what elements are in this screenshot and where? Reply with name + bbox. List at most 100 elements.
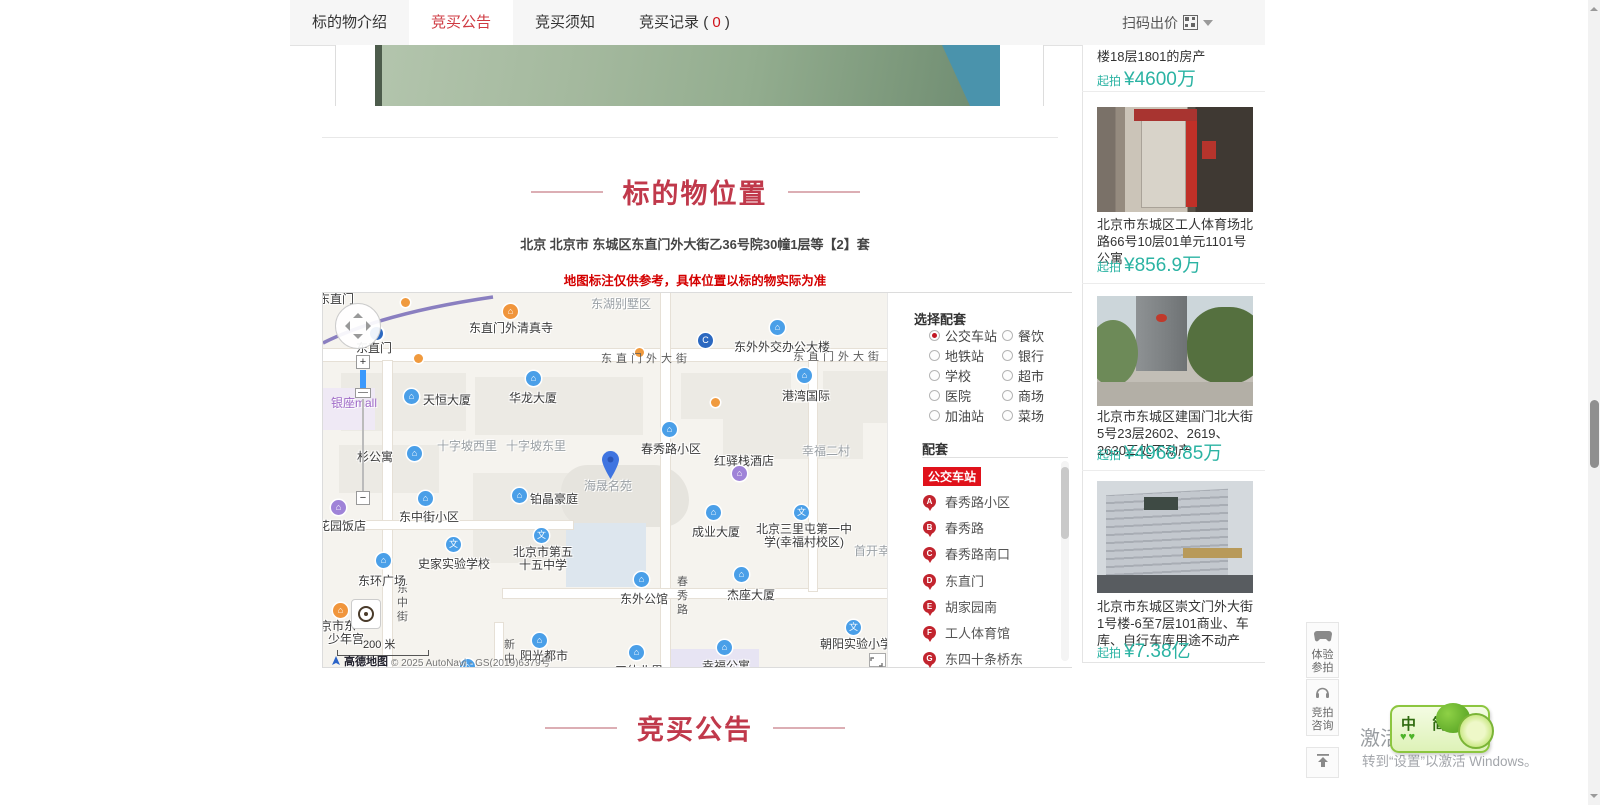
heart-icons: ♥♥: [1400, 731, 1417, 743]
poi-label: 北京三里屯第一中学(幸福村校区): [753, 523, 855, 549]
amenity-option-label: 公交车站: [945, 326, 997, 345]
pan-left-icon[interactable]: [340, 321, 350, 331]
zoom-in-button[interactable]: +: [356, 355, 370, 369]
photo-tree: [1187, 307, 1253, 384]
pan-up-icon[interactable]: [353, 308, 363, 318]
poi-label: 铂晶豪庭: [530, 490, 578, 507]
building-poi-icon: ⌂: [629, 645, 644, 660]
fullscreen-button[interactable]: [869, 653, 886, 667]
experience-bid-button[interactable]: 体验参拍: [1306, 622, 1339, 678]
scroll-down-icon[interactable]: [1590, 794, 1598, 802]
browser-scrollbar[interactable]: [1588, 0, 1600, 805]
station-list-item[interactable]: F工人体育馆: [923, 623, 1010, 642]
map-pan-control[interactable]: [335, 303, 381, 349]
photo-road: [1097, 382, 1253, 406]
building-poi-icon: ⌂: [376, 553, 391, 568]
chevron-down-icon: [1203, 20, 1213, 31]
station-name: 东直门: [945, 571, 984, 590]
amenity-option-bank[interactable]: 银行: [1002, 346, 1044, 365]
station-list-item[interactable]: G东四十条桥东: [923, 649, 1023, 668]
radio-icon[interactable]: [1002, 370, 1013, 381]
listing-title[interactable]: 楼18层1801的房产: [1097, 48, 1255, 65]
announcement-title: 竞买公告: [637, 708, 753, 747]
listing-photo[interactable]: [1097, 481, 1253, 593]
radio-icon[interactable]: [929, 410, 940, 421]
school-poi-icon: 文: [794, 505, 809, 520]
map-dot-icon: [401, 298, 410, 307]
heading-line-right: [788, 191, 860, 193]
tab-bid-records[interactable]: 竞买记录 ( 0 ): [617, 0, 752, 45]
station-pin-icon: E: [923, 600, 936, 613]
zoom-slider-track[interactable]: [362, 399, 364, 491]
amenity-option-bus[interactable]: 公交车站: [929, 326, 997, 345]
photo-tree: [1097, 320, 1138, 386]
radio-icon[interactable]: [1002, 390, 1013, 401]
back-to-top-button[interactable]: [1306, 747, 1339, 778]
amenity-option-mall[interactable]: 商场: [1002, 386, 1044, 405]
listing-photo[interactable]: [1097, 107, 1253, 212]
poi-label: 东外外交办公大楼: [734, 338, 830, 355]
station-pin-icon: D: [923, 574, 936, 587]
station-name: 东四十条桥东: [945, 649, 1023, 668]
pan-down-icon[interactable]: [353, 334, 363, 344]
pan-right-icon[interactable]: [366, 321, 376, 331]
radio-icon[interactable]: [929, 350, 940, 361]
tab-auction-announcement[interactable]: 竞买公告: [409, 0, 513, 45]
poi-label: 史家实验学校: [418, 555, 490, 572]
amenity-option-gas[interactable]: 加油站: [929, 406, 984, 425]
amenity-option-school[interactable]: 学校: [929, 366, 971, 385]
zoom-slider-thumb[interactable]: [355, 388, 371, 398]
scan-to-bid-button[interactable]: 扫码出价: [1122, 0, 1213, 45]
radio-icon[interactable]: [929, 370, 940, 381]
browser-scrollbar-thumb[interactable]: [1590, 400, 1599, 468]
station-list-item[interactable]: E胡家园南: [923, 597, 997, 616]
qr-code-icon: [1183, 15, 1198, 30]
radio-icon[interactable]: [1002, 350, 1013, 361]
zoom-out-button[interactable]: −: [356, 491, 370, 505]
station-list-item[interactable]: D 东直门: [923, 571, 984, 590]
listing-photo[interactable]: [1097, 296, 1253, 406]
headset-icon: [1307, 686, 1338, 705]
poi-label: 东中街小区: [399, 508, 459, 525]
poi-label: 北京市第五十五中学: [511, 546, 575, 572]
gamepad-icon: [1307, 629, 1338, 647]
amenity-option-supermarket[interactable]: 超市: [1002, 366, 1044, 385]
poi-label: 成业大厦: [692, 523, 740, 540]
tab-auction-notice[interactable]: 竞买须知: [513, 0, 617, 45]
amenity-option-food[interactable]: 餐饮: [1002, 326, 1044, 345]
tab-item-intro[interactable]: 标的物介绍: [290, 0, 409, 45]
photo-building: [1136, 296, 1187, 371]
poi-label: 幸福公寓: [702, 657, 750, 667]
listing-price: 起拍¥7.38亿: [1097, 636, 1191, 663]
poi-label: 工体北里: [615, 662, 663, 667]
amenity-option-hospital[interactable]: 医院: [929, 386, 971, 405]
locate-button[interactable]: [351, 599, 381, 629]
map-canvas[interactable]: 东直门外大街 东直门外大街 东中街 新中街 春秀路 十字坡西里 十字坡东里 幸福…: [323, 293, 887, 667]
school-poi-icon: 文: [534, 528, 549, 543]
scroll-up-icon[interactable]: [1590, 3, 1598, 11]
target-icon: [358, 606, 374, 622]
school-poi-icon: 文: [846, 620, 861, 635]
ime-indicator[interactable]: 中 简 ♥♥: [1390, 705, 1490, 753]
map-block: [475, 377, 643, 435]
amenity-option-label: 银行: [1018, 346, 1044, 365]
consult-button[interactable]: 竞拍咨询: [1306, 679, 1339, 736]
amenity-option-metro[interactable]: 地铁站: [929, 346, 984, 365]
listing-divider: [1082, 91, 1265, 92]
radio-icon[interactable]: [929, 330, 940, 341]
station-list-item[interactable]: C春秀路南口: [923, 544, 1010, 563]
panel-divider: [922, 457, 1068, 458]
tab-bar: 标的物介绍 竞买公告 竞买须知 竞买记录 ( 0 ) 扫码出价: [290, 0, 1265, 46]
radio-icon[interactable]: [929, 390, 940, 401]
building-poi-icon: ⌂: [797, 368, 812, 383]
radio-icon[interactable]: [1002, 330, 1013, 341]
panel-scrollbar[interactable]: [1061, 461, 1069, 661]
station-list-item[interactable]: A春秀路小区: [923, 492, 1010, 511]
amenity-option-market[interactable]: 菜场: [1002, 406, 1044, 425]
amenity-option-label: 餐饮: [1018, 326, 1044, 345]
radio-icon[interactable]: [1002, 410, 1013, 421]
station-name: 春秀路南口: [945, 544, 1010, 563]
heading-line-left: [545, 727, 617, 729]
panel-scrollbar-thumb[interactable]: [1061, 467, 1069, 539]
station-list-item[interactable]: B春秀路: [923, 518, 984, 537]
